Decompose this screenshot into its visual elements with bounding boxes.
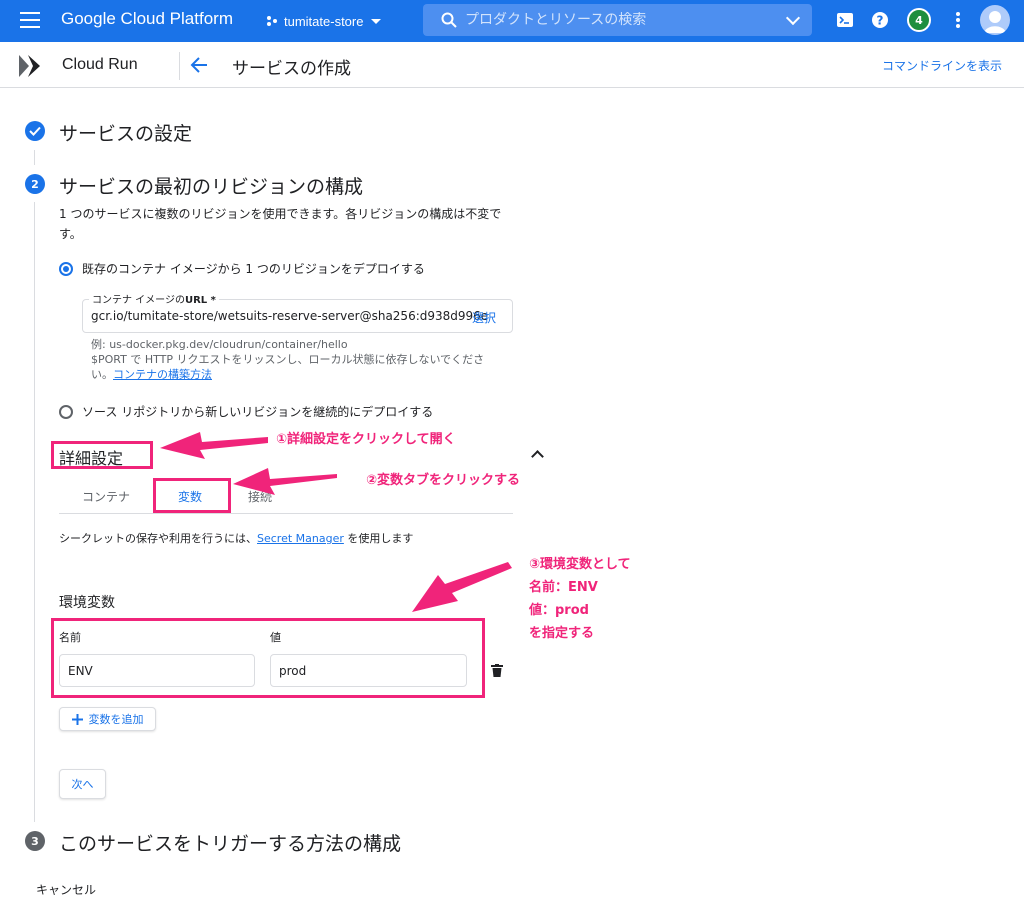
annotation-arrow-2 (233, 468, 337, 495)
annotation-step3: ③環境変数として 名前：ENV 値：prod を指定する (529, 557, 631, 641)
annotation-arrow-3 (412, 562, 512, 612)
annotation-step2: ②変数タブをクリックする (366, 473, 521, 488)
annotation-step1: ①詳細設定をクリックして開く (276, 432, 456, 447)
annotation-arrows (160, 432, 512, 612)
annotation-arrow-1 (160, 432, 268, 459)
